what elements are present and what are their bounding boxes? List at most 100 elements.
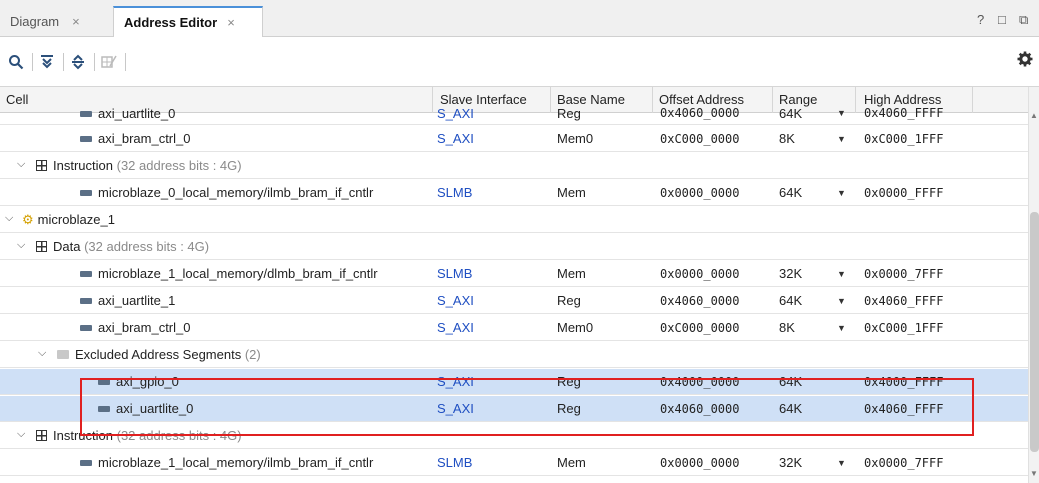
range-value[interactable]: 32K — [779, 266, 802, 281]
chevron-down-icon[interactable]: ⌵ — [5, 212, 13, 225]
range-dropdown-icon[interactable]: ▼ — [837, 134, 846, 144]
address-segment-icon — [80, 135, 92, 142]
cell-name: axi_bram_ctrl_0 — [80, 320, 191, 335]
chevron-down-icon[interactable]: ⌵ — [17, 158, 25, 171]
table-row[interactable]: ⌵ Instruction (32 address bits : 4G) — [0, 423, 1028, 449]
high-address: 0xC000_1FFF — [864, 132, 944, 146]
cell-name: axi_uartlite_0 — [98, 401, 193, 416]
range-dropdown-icon[interactable]: ▼ — [837, 188, 846, 198]
processor-label: ⚙ microblaze_1 — [22, 212, 115, 228]
slave-interface[interactable]: S_AXI — [437, 374, 474, 389]
tab-bar: Diagram × Address Editor × ? □ ⧉ — [0, 0, 1039, 37]
range-value[interactable]: 64K — [779, 185, 802, 200]
offset-address[interactable]: 0x0000_0000 — [660, 186, 739, 200]
offset-address[interactable]: 0x4000_0000 — [660, 375, 739, 389]
cell-name: axi_gpio_0 — [98, 374, 179, 389]
chevron-down-icon[interactable]: ⌵ — [38, 347, 46, 360]
offset-address[interactable]: 0x0000_0000 — [660, 267, 739, 281]
table-row[interactable]: axi_bram_ctrl_0 S_AXI Mem0 0xC000_0000 8… — [0, 315, 1028, 341]
base-name: Reg — [557, 401, 581, 416]
slave-interface[interactable]: SLMB — [437, 185, 472, 200]
base-name: Reg — [557, 374, 581, 389]
vertical-scrollbar[interactable]: ▲ ▼ — [1028, 87, 1039, 483]
range-dropdown-icon[interactable]: ▼ — [837, 458, 846, 468]
table-row[interactable]: ⌵ Excluded Address Segments (2) — [0, 342, 1028, 368]
slave-interface[interactable]: S_AXI — [437, 293, 474, 308]
chevron-down-icon[interactable]: ⌵ — [17, 428, 25, 441]
segment-name: axi_gpio_0 — [116, 374, 179, 389]
help-icon[interactable]: ? — [977, 12, 984, 27]
offset-address[interactable]: 0xC000_0000 — [660, 132, 739, 146]
tab-diagram-label: Diagram — [10, 14, 60, 29]
range-value[interactable]: 64K — [779, 106, 802, 121]
range-dropdown-icon[interactable]: ▼ — [837, 269, 846, 279]
address-segment-icon — [98, 378, 110, 385]
tab-address-editor[interactable]: Address Editor × — [113, 6, 263, 37]
offset-address[interactable]: 0x0000_0000 — [660, 456, 739, 470]
cell-name: axi_uartlite_1 — [80, 293, 175, 308]
segment-name: axi_uartlite_0 — [116, 401, 194, 416]
table-row[interactable]: microblaze_1_local_memory/ilmb_bram_if_c… — [0, 450, 1028, 476]
segment-name: microblaze_1_local_memory/ilmb_bram_if_c… — [98, 455, 374, 470]
address-segment-icon — [80, 324, 92, 331]
table-row[interactable]: axi_uartlite_0 S_AXI Reg 0x4060_0000 64K… — [0, 396, 1028, 422]
tab-address-editor-label: Address Editor — [124, 15, 218, 30]
slave-interface[interactable]: S_AXI — [437, 131, 474, 146]
slave-interface[interactable]: SLMB — [437, 455, 472, 470]
range-dropdown-icon[interactable]: ▼ — [837, 323, 846, 333]
range-value: 64K — [779, 401, 803, 416]
scroll-down-icon[interactable]: ▼ — [1030, 469, 1038, 478]
address-segment-icon — [80, 110, 92, 117]
close-icon[interactable]: × — [72, 14, 80, 29]
table-row[interactable]: axi_gpio_0 S_AXI Reg 0x4000_0000 64K 0x4… — [0, 369, 1028, 395]
slave-interface[interactable]: S_AXI — [437, 401, 474, 416]
table-row[interactable]: microblaze_0_local_memory/ilmb_bram_if_c… — [0, 180, 1028, 206]
offset-address[interactable]: 0x4060_0000 — [660, 106, 739, 120]
search-icon[interactable] — [5, 51, 27, 73]
slave-interface[interactable]: S_AXI — [437, 106, 474, 121]
high-address: 0x0000_FFFF — [864, 186, 944, 200]
float-window-icon[interactable]: ⧉ — [1019, 12, 1028, 28]
assign-address-icon[interactable] — [98, 51, 120, 73]
range-dropdown-icon[interactable]: ▼ — [837, 108, 846, 118]
cell-name: axi_uartlite_0 — [80, 106, 175, 121]
chevron-down-icon[interactable]: ⌵ — [17, 239, 25, 252]
table-row[interactable]: ⌵ ⚙ microblaze_1 — [0, 207, 1028, 233]
restore-icon[interactable]: □ — [998, 12, 1006, 27]
range-dropdown-icon[interactable]: ▼ — [837, 296, 846, 306]
address-space-icon — [36, 430, 47, 442]
range-value[interactable]: 64K — [779, 293, 802, 308]
offset-address[interactable]: 0x4060_0000 — [660, 402, 739, 416]
range-value[interactable]: 32K — [779, 455, 802, 470]
slave-interface[interactable]: SLMB — [437, 266, 472, 281]
microblaze-icon: ⚙ — [22, 212, 34, 227]
gear-icon[interactable] — [1017, 51, 1033, 72]
table-row[interactable]: microblaze_1_local_memory/dlmb_bram_if_c… — [0, 261, 1028, 287]
high-address: 0xC000_1FFF — [864, 321, 944, 335]
table-row[interactable]: axi_bram_ctrl_0 S_AXI Mem0 0xC000_0000 8… — [0, 126, 1028, 152]
scrollbar-thumb[interactable] — [1030, 212, 1039, 452]
address-space-icon — [36, 160, 47, 172]
range-value[interactable]: 8K — [779, 320, 795, 335]
close-icon[interactable]: × — [227, 15, 235, 30]
table-row[interactable]: ⌵ Instruction (32 address bits : 4G) — [0, 153, 1028, 179]
table-row[interactable]: ⌵ Data (32 address bits : 4G) — [0, 234, 1028, 260]
offset-address[interactable]: 0x4060_0000 — [660, 294, 739, 308]
range-value[interactable]: 8K — [779, 131, 795, 146]
collapse-all-icon[interactable] — [36, 51, 58, 73]
tab-diagram[interactable]: Diagram × — [0, 6, 108, 37]
segment-name: axi_bram_ctrl_0 — [98, 320, 191, 335]
offset-address[interactable]: 0xC000_0000 — [660, 321, 739, 335]
address-space-detail: (32 address bits : 4G) — [116, 428, 242, 443]
address-space-icon — [36, 241, 47, 253]
expand-all-icon[interactable] — [67, 51, 89, 73]
scroll-up-icon[interactable]: ▲ — [1030, 111, 1038, 120]
table-row[interactable]: axi_uartlite_0 S_AXI Reg 0x4060_0000 64K… — [0, 105, 1028, 125]
toolbar-separator — [63, 53, 64, 71]
address-space-label: Instruction (32 address bits : 4G) — [36, 158, 242, 173]
segment-name: axi_bram_ctrl_0 — [98, 131, 191, 146]
table-row[interactable]: axi_uartlite_1 S_AXI Reg 0x4060_0000 64K… — [0, 288, 1028, 314]
cell-name: microblaze_1_local_memory/dlmb_bram_if_c… — [80, 266, 378, 281]
slave-interface[interactable]: S_AXI — [437, 320, 474, 335]
address-segment-icon — [80, 189, 92, 196]
